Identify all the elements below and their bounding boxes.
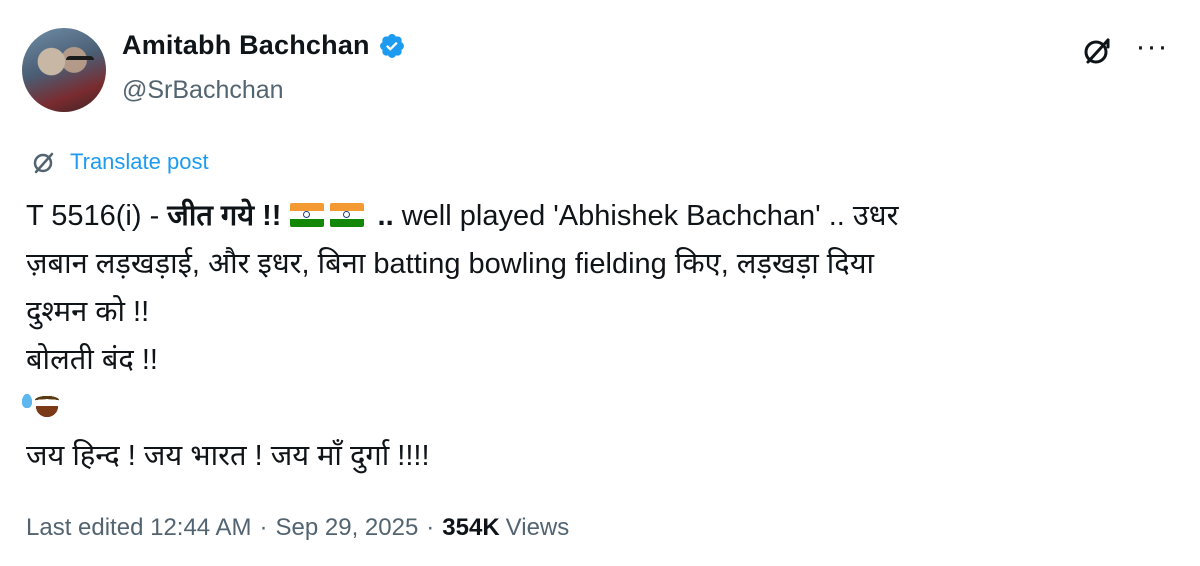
- india-flag-emoji: [329, 203, 364, 227]
- translate-icon: [33, 152, 54, 174]
- views-count[interactable]: 354K: [442, 514, 499, 542]
- post-line-1-rest: well played 'Abhishek Bachchan' .. उधर: [401, 200, 899, 232]
- grok-icon[interactable]: [1080, 34, 1114, 68]
- post-text: T 5516(i) - जीत गये !! .. well played 'A…: [22, 192, 1176, 480]
- verified-badge-icon[interactable]: [378, 32, 406, 60]
- post-line-4: बोलती बंद !!: [26, 344, 158, 376]
- views-label: Views: [505, 514, 570, 541]
- author-display-name[interactable]: Amitabh Bachchan: [122, 30, 370, 61]
- post-line-1: T 5516(i) - जीत गये !! .. well played 'A…: [26, 192, 1176, 240]
- translate-post-link[interactable]: Translate post: [30, 148, 209, 176]
- translate-post-label: Translate post: [70, 149, 209, 174]
- post-line-6: जय हिन्द ! जय भारत ! जय माँ दुर्गा !!!!: [26, 440, 430, 472]
- avatar[interactable]: [22, 28, 106, 112]
- meta-separator: ·: [426, 514, 435, 541]
- author-name-row: Amitabh Bachchan: [122, 30, 406, 61]
- post-line-1-bold: जीत गये !!: [167, 200, 282, 232]
- author-handle[interactable]: @SrBachchan: [122, 76, 284, 105]
- laughing-emoji-row: [22, 384, 1176, 432]
- post-line-2: ज़बान लड़खड़ाई, और इधर, बिना batting bow…: [26, 248, 875, 280]
- meta-separator: ·: [259, 514, 268, 541]
- post-line-1-dots: ..: [369, 200, 402, 232]
- post-line-1-prefix: T 5516(i) -: [26, 200, 168, 232]
- india-flag-emoji: [289, 203, 324, 227]
- glasses-detail: [66, 56, 94, 69]
- post-date[interactable]: Sep 29, 2025: [276, 514, 419, 542]
- post-meta: Last edited 12:44 AM · Sep 29, 2025 · 35…: [26, 514, 569, 542]
- more-options-icon[interactable]: ···: [1132, 32, 1172, 68]
- post-line-3: दुश्मन को !!: [26, 296, 150, 328]
- last-edited-time[interactable]: Last edited 12:44 AM: [26, 514, 252, 542]
